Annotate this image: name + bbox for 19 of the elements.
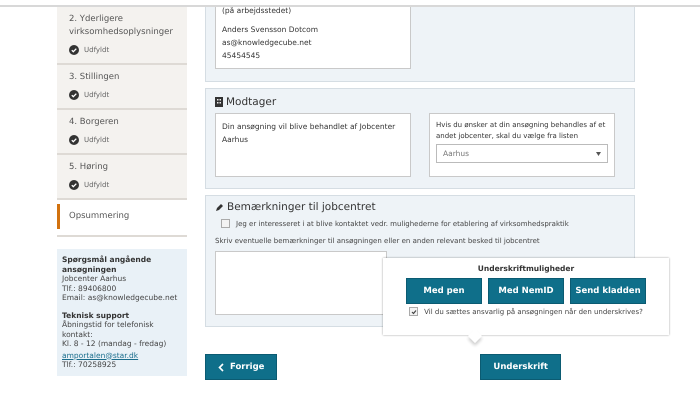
sign-option-button[interactable]: Med NemID <box>488 278 564 304</box>
check-icon <box>69 45 79 55</box>
building-icon <box>215 97 223 107</box>
section-title: Bemærkninger til jobcentret <box>227 201 376 213</box>
check-icon <box>69 135 79 145</box>
sign-button[interactable]: Underskrift <box>480 354 561 380</box>
check-icon <box>69 180 79 190</box>
checkbox[interactable] <box>221 219 230 228</box>
tick-icon <box>410 308 417 314</box>
section-title: Modtager <box>226 96 276 108</box>
remarks-field[interactable] <box>215 251 387 315</box>
check-icon <box>69 90 79 100</box>
caret-icon <box>596 152 601 156</box>
sign-option-button[interactable]: Med pen <box>406 278 482 304</box>
pencil-icon <box>215 202 224 212</box>
checkbox[interactable] <box>409 307 418 316</box>
back-button[interactable]: Forrige <box>205 354 278 380</box>
chevron-left-icon <box>218 362 224 372</box>
sign-option-button[interactable]: Send kladden <box>570 278 646 304</box>
